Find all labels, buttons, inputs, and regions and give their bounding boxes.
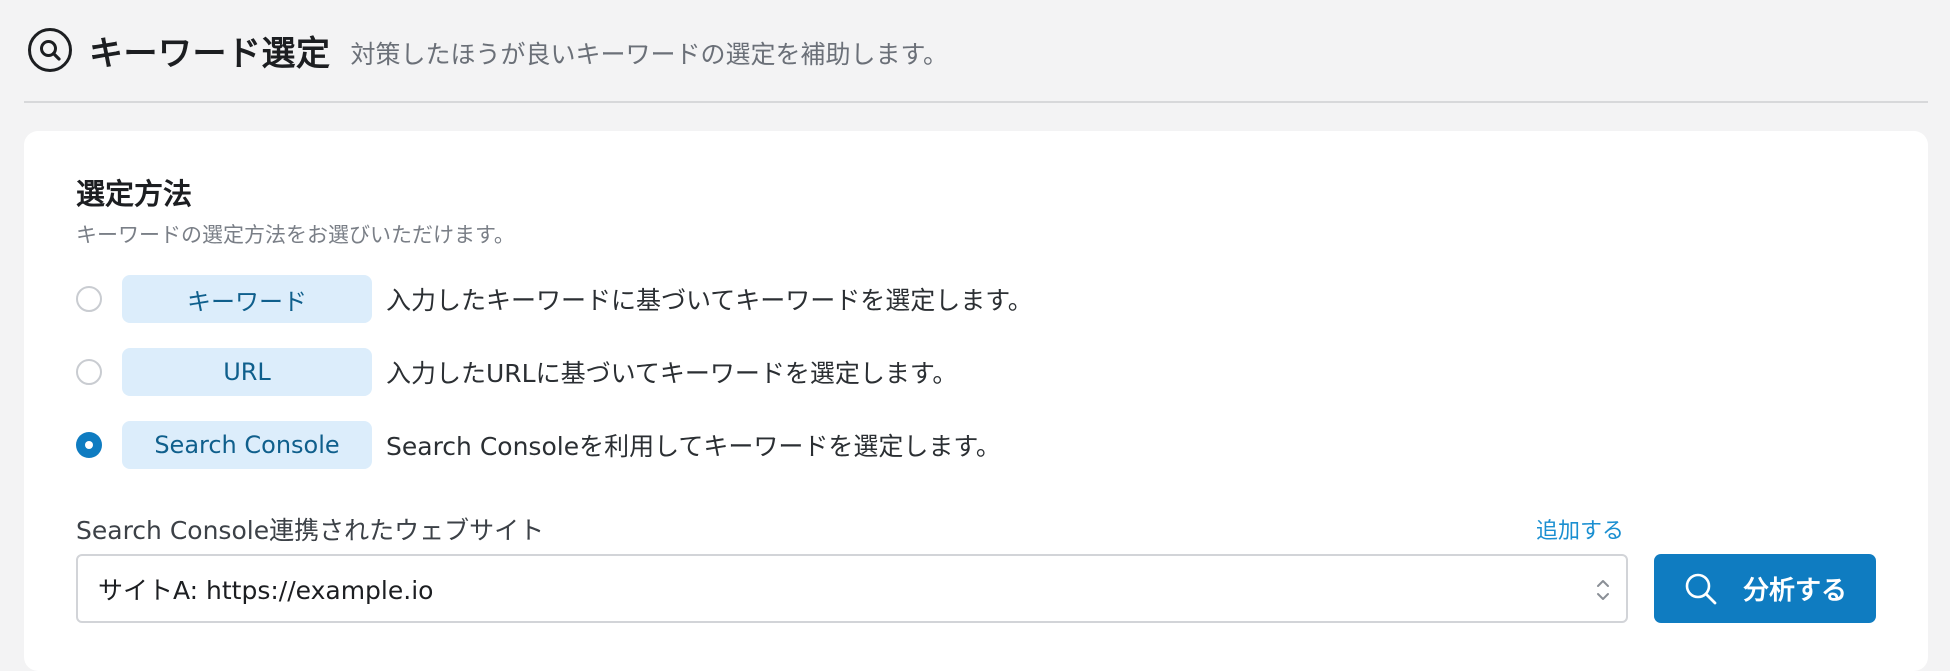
method-chip-url: URL xyxy=(122,348,372,396)
website-select-value: サイトA: https://example.io xyxy=(98,575,434,605)
search-circle-icon xyxy=(28,27,72,72)
page-subtitle: 対策したほうが良いキーワードの選定を補助します。 xyxy=(350,39,949,69)
page-title: キーワード選定 xyxy=(89,34,331,74)
method-desc-keyword: 入力したキーワードに基づいてキーワードを選定します。 xyxy=(386,286,1033,315)
method-option-search-console[interactable]: Search Console Search Consoleを利用してキーワードを… xyxy=(76,421,1001,469)
updown-chevron-icon xyxy=(1597,580,1609,600)
keyword-selection-card: 選定方法 キーワードの選定方法をお選びいただけます。 キーワード 入力したキーワ… xyxy=(24,131,1928,671)
method-option-url[interactable]: URL 入力したURLに基づいてキーワードを選定します。 xyxy=(76,348,957,396)
method-desc-url: 入力したURLに基づいてキーワードを選定します。 xyxy=(386,359,958,388)
analyze-button-label: 分析する xyxy=(1742,575,1847,605)
method-option-keyword[interactable]: キーワード 入力したキーワードに基づいてキーワードを選定します。 xyxy=(76,275,1033,323)
radio-keyword[interactable] xyxy=(76,286,102,312)
method-chip-keyword: キーワード xyxy=(122,275,372,323)
method-section-title: 選定方法 xyxy=(76,177,193,211)
radio-search-console[interactable] xyxy=(76,432,102,458)
search-icon xyxy=(1685,573,1717,604)
website-select[interactable]: サイトA: https://example.io xyxy=(76,554,1628,623)
analyze-button[interactable]: 分析する xyxy=(1654,554,1876,623)
method-chip-search-console: Search Console xyxy=(122,421,372,469)
radio-url[interactable] xyxy=(76,359,102,385)
method-section-description: キーワードの選定方法をお選びいただけます。 xyxy=(76,223,515,247)
site-select-label: Search Console連携されたウェブサイト xyxy=(76,516,545,545)
page-header: キーワード選定 対策したほうが良いキーワードの選定を補助します。 xyxy=(24,0,1928,103)
method-desc-search-console: Search Consoleを利用してキーワードを選定します。 xyxy=(386,432,1001,461)
add-site-link[interactable]: 追加する xyxy=(1536,513,1624,545)
